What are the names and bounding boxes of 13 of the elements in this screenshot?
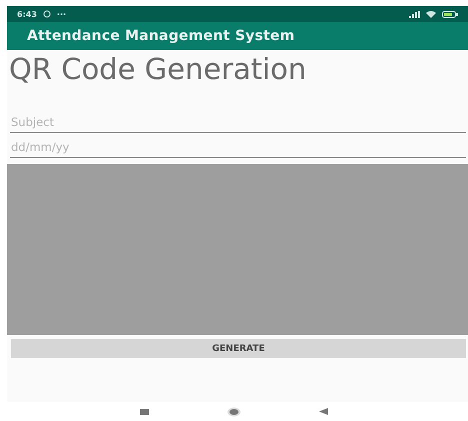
home-icon[interactable] [227,406,241,416]
battery-icon [442,10,458,18]
back-icon[interactable] [319,408,328,415]
recents-icon[interactable] [140,408,149,414]
input-field[interactable]: dd/mm/yy [10,137,466,158]
more-notifications: ··· [56,10,66,18]
generate-button[interactable]: GENERATE [11,339,466,358]
page-heading: QR Code Generation [9,52,306,86]
app-title: Attendance Management System [27,28,295,44]
wifi-icon [426,10,436,18]
status-time: 6:43 [17,10,37,18]
input-field[interactable]: Subject [10,112,466,133]
signal-icon [409,10,420,18]
